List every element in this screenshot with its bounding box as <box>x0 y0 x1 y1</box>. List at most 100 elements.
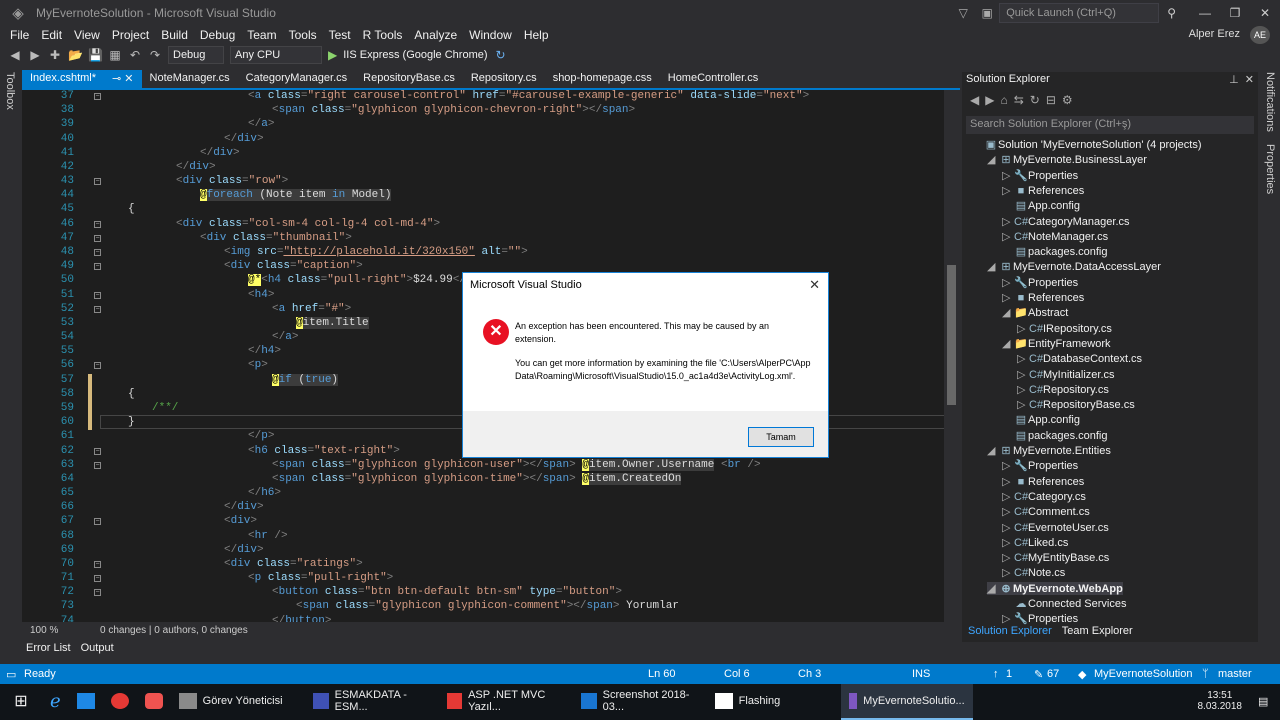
tab-notemanager-cs[interactable]: NoteManager.cs <box>142 70 238 88</box>
menu-debug[interactable]: Debug <box>194 28 241 42</box>
tree-item[interactable]: ▤ App.config <box>1002 199 1080 212</box>
tab-homecontroller-cs[interactable]: HomeController.cs <box>660 70 766 88</box>
code-line[interactable]: <div class="caption"> <box>224 260 363 272</box>
platform-dropdown[interactable]: Any CPU <box>230 46 322 64</box>
code-line[interactable]: <p> <box>248 359 268 371</box>
fold-toggle-icon[interactable]: − <box>94 518 101 526</box>
code-line[interactable]: /**/ <box>152 402 178 414</box>
menu-window[interactable]: Window <box>463 28 518 42</box>
code-line[interactable]: </h4> <box>248 345 281 357</box>
tree-item[interactable]: ▷ C#RepositoryBase.cs <box>1017 398 1135 411</box>
forward-icon[interactable]: ▶ <box>28 48 42 62</box>
tab-output[interactable]: Output <box>81 642 114 658</box>
tree-item[interactable]: ▷ C#Comment.cs <box>1002 505 1090 518</box>
code-line[interactable]: @*<h4 class="pull-right">$24.99</h4> <box>248 274 486 287</box>
tree-item[interactable]: ☁ Connected Services <box>1002 597 1127 610</box>
home-icon[interactable]: ⌂ <box>1000 93 1007 107</box>
tree-item[interactable]: ▷ C#Category.cs <box>1002 490 1086 503</box>
ie-icon[interactable]: ℯ <box>42 684 69 720</box>
back-icon[interactable]: ◀ <box>970 93 979 107</box>
expand-arrow-icon[interactable]: ▷ <box>1002 475 1014 488</box>
close-panel-icon[interactable]: ✕ <box>1245 74 1254 86</box>
fold-toggle-icon[interactable]: − <box>94 93 101 100</box>
code-line[interactable]: </button> <box>272 615 331 622</box>
tree-item[interactable]: ▷ C#EvernoteUser.cs <box>1002 521 1109 534</box>
taskbar-app[interactable]: ASP .NET MVC Yazıl... <box>439 684 573 720</box>
tree-item[interactable]: ▷ C#IRepository.cs <box>1017 322 1112 335</box>
tree-item[interactable]: ▷ C#CategoryManager.cs <box>1002 215 1130 228</box>
code-line[interactable]: <div class="ratings"> <box>224 558 363 570</box>
pin-tab-icon[interactable]: ⊸ ✕ <box>104 70 142 88</box>
tree-item[interactable]: ▷ C#Note.cs <box>1002 566 1065 579</box>
configuration-dropdown[interactable]: Debug <box>168 46 224 64</box>
tab-repositorybase-cs[interactable]: RepositoryBase.cs <box>355 70 463 88</box>
code-line[interactable]: { <box>128 388 135 400</box>
tree-item[interactable]: ▷ C#Liked.cs <box>1002 536 1068 549</box>
fold-toggle-icon[interactable]: − <box>94 305 101 313</box>
status-solution[interactable]: MyEvernoteSolution <box>1094 668 1192 680</box>
scrollbar-thumb[interactable] <box>947 265 956 405</box>
user-name[interactable]: Alper Erez <box>1189 28 1240 40</box>
code-line[interactable]: </h6> <box>248 487 281 499</box>
expand-arrow-icon[interactable]: ▷ <box>1002 536 1014 549</box>
redo-icon[interactable]: ↷ <box>148 48 162 62</box>
tab-error-list[interactable]: Error List <box>26 642 71 658</box>
fold-toggle-icon[interactable]: − <box>94 447 101 455</box>
expand-arrow-icon[interactable]: ◢ <box>987 444 999 457</box>
code-line[interactable]: </a> <box>248 118 274 130</box>
menu-build[interactable]: Build <box>155 28 194 42</box>
tree-item[interactable]: ▷ 🔧Properties <box>1002 459 1078 472</box>
menu-help[interactable]: Help <box>518 28 555 42</box>
tree-item[interactable]: ▷ ■ References <box>1002 475 1084 488</box>
tab-team-explorer[interactable]: Team Explorer <box>1062 625 1133 637</box>
avatar[interactable]: AE <box>1250 26 1270 44</box>
tree-item[interactable]: ▷ C#MyEntityBase.cs <box>1002 551 1109 564</box>
expand-arrow-icon[interactable]: ◢ <box>987 260 999 273</box>
code-line[interactable]: </div> <box>200 147 240 159</box>
clock[interactable]: 13:51 8.03.2018 <box>1190 684 1251 720</box>
expand-arrow-icon[interactable]: ◢ <box>987 153 999 166</box>
tree-item[interactable]: ◢ 📁Abstract <box>1002 306 1068 319</box>
tree-item[interactable]: ◢ ⊞ MyEvernote.Entities <box>987 444 1111 457</box>
expand-arrow-icon[interactable]: ▷ <box>1017 352 1029 365</box>
tab-shop-homepage-css[interactable]: shop-homepage.css <box>545 70 660 88</box>
tab-index-cshtml-[interactable]: Index.cshtml* <box>22 70 105 88</box>
code-line[interactable]: <div class="thumbnail"> <box>200 232 352 244</box>
menu-r-tools[interactable]: R Tools <box>357 28 409 42</box>
code-line[interactable]: <button class="btn btn-default btn-sm" t… <box>272 586 622 598</box>
code-line[interactable]: <span class="glyphicon glyphicon-chevron… <box>272 104 635 116</box>
expand-arrow-icon[interactable]: ▷ <box>1002 490 1014 503</box>
code-line[interactable]: </div> <box>224 544 264 556</box>
taskbar-app[interactable]: Flashing <box>707 684 841 720</box>
tree-item[interactable]: ▷ C#MyInitializer.cs <box>1017 368 1115 381</box>
code-line[interactable]: <h6 class="text-right"> <box>248 445 400 457</box>
explorer-icon[interactable] <box>69 684 103 720</box>
tree-item[interactable]: ▤ packages.config <box>1002 429 1108 442</box>
fold-toggle-icon[interactable]: − <box>94 263 101 271</box>
fold-toggle-icon[interactable]: − <box>94 234 101 242</box>
properties-tab[interactable]: Properties <box>1264 144 1276 194</box>
expand-arrow-icon[interactable]: ▷ <box>1002 505 1014 518</box>
fold-toggle-icon[interactable]: − <box>94 178 101 186</box>
zoom-level[interactable]: 100 % <box>30 625 80 636</box>
tree-item[interactable]: ▤ packages.config <box>1002 245 1108 258</box>
code-line[interactable]: </div> <box>224 133 264 145</box>
expand-arrow-icon[interactable]: ▷ <box>1017 322 1029 335</box>
search-icon[interactable]: ⚲ <box>1167 6 1176 20</box>
dialog-close-button[interactable]: ✕ <box>809 277 820 293</box>
code-line[interactable]: <div> <box>224 515 257 527</box>
tree-item[interactable]: ▷ C#DatabaseContext.cs <box>1017 352 1142 365</box>
fold-toggle-icon[interactable]: − <box>94 291 101 299</box>
tree-item[interactable]: ◢ ⊕ MyEvernote.WebApp <box>987 581 1123 595</box>
fold-toggle-icon[interactable]: − <box>94 220 101 228</box>
editor-scrollbar[interactable] <box>944 90 960 622</box>
code-line[interactable]: <span class="glyphicon glyphicon-comment… <box>296 600 679 612</box>
code-line[interactable]: <a class="right carousel-control" href="… <box>248 90 809 102</box>
chrome-icon[interactable] <box>103 684 137 720</box>
notification-icon[interactable]: ▤ <box>1250 684 1280 720</box>
tree-item[interactable]: ▷ C#NoteManager.cs <box>1002 230 1108 243</box>
taskbar-app[interactable]: MyEvernoteSolutio... <box>840 684 973 720</box>
menu-file[interactable]: File <box>4 28 35 42</box>
expand-arrow-icon[interactable]: ◢ <box>987 582 999 595</box>
menu-team[interactable]: Team <box>241 28 282 42</box>
